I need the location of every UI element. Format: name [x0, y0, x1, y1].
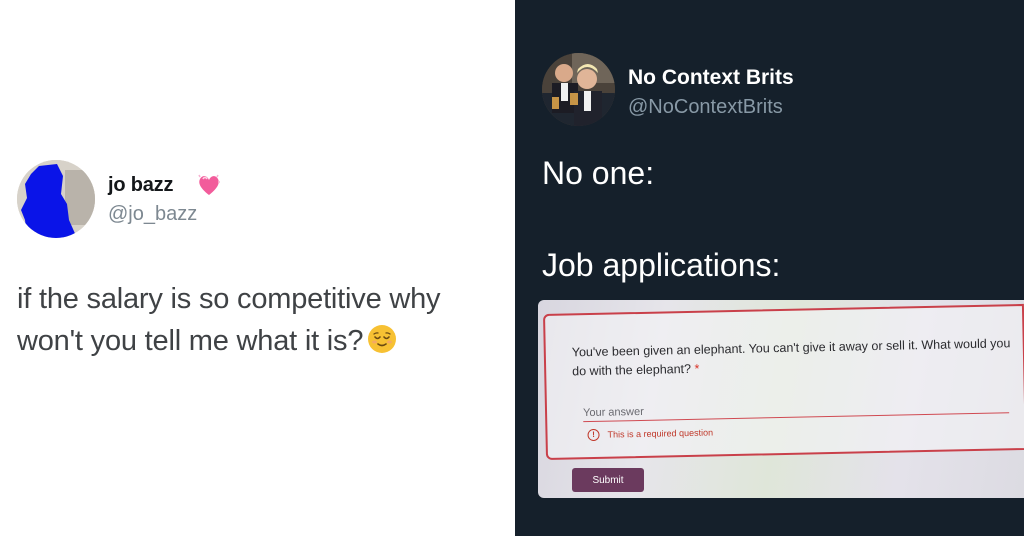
tweet-line-2: Job applications: [542, 247, 781, 283]
form-question-card: You've been given an elephant. You can't… [543, 303, 1024, 460]
relieved-face-icon [367, 324, 397, 354]
error-icon: ! [587, 428, 600, 442]
right-tweet-panel: No Context Brits @NoContextBrits No one:… [515, 0, 1024, 536]
tweet-body: if the salary is so competitive why won'… [17, 278, 507, 362]
left-tweet-panel: jo bazz @jo_bazz if the salary is so com… [0, 0, 515, 536]
display-name[interactable]: jo bazz [108, 174, 173, 197]
avatar-image [542, 53, 615, 126]
error-text: This is a required question [607, 427, 714, 440]
tweet-line-1: No one: [542, 155, 655, 191]
form-question-text: You've been given an elephant. You can't… [571, 336, 1011, 379]
sparkling-heart-icon [196, 172, 222, 198]
user-handle[interactable]: @NoContextBrits [628, 96, 783, 119]
tweet-body-line-1: if the salary is so competitive why [17, 283, 441, 315]
avatar-image [17, 160, 95, 238]
tweet-body-line-2-text: won't you tell me what it is? [17, 325, 364, 357]
error-message: ! This is a required question [587, 426, 714, 442]
form-question: You've been given an elephant. You can't… [572, 334, 1023, 381]
tweet-body-line-2: won't you tell me what it is? [17, 320, 507, 362]
display-name[interactable]: No Context Brits [628, 66, 794, 90]
answer-underline [583, 412, 1010, 423]
attached-photo[interactable]: You've been given an elephant. You can't… [538, 300, 1024, 498]
submit-button[interactable]: Submit [572, 468, 644, 492]
answer-placeholder[interactable]: Your answer [583, 406, 644, 419]
avatar[interactable] [17, 160, 95, 238]
user-handle[interactable]: @jo_bazz [108, 203, 197, 226]
required-marker: * [694, 361, 700, 376]
avatar[interactable] [542, 53, 615, 126]
